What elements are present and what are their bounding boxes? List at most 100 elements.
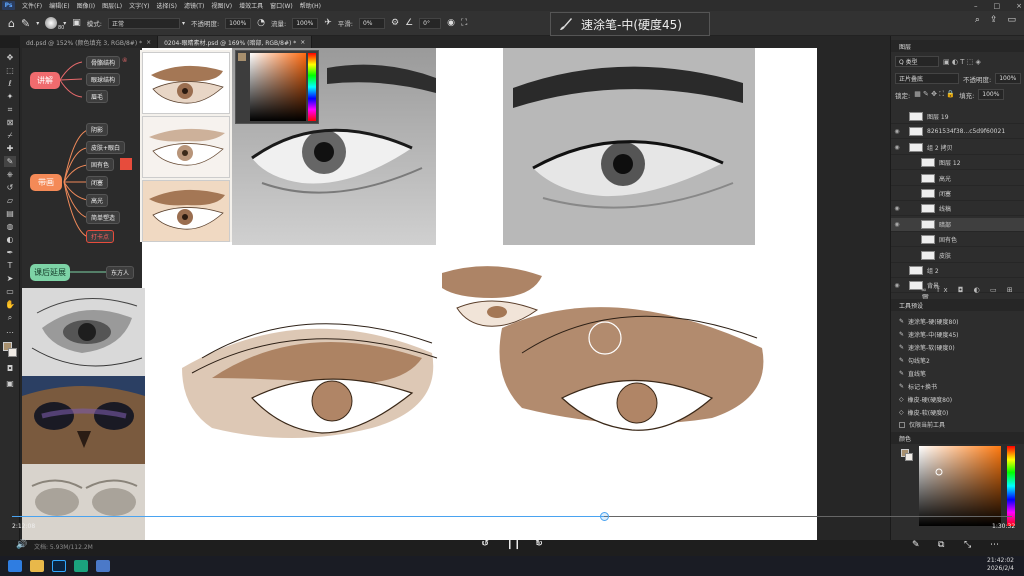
pressure-opacity-icon[interactable]: ◔ [257,18,265,28]
opacity-field[interactable]: 100% [225,17,252,29]
frame-tool-icon[interactable]: ⊠ [4,117,16,128]
menu-view[interactable]: 视图(V) [211,1,232,10]
brush-preset-picker[interactable] [45,17,58,29]
menu-edit[interactable]: 编辑(E) [49,1,69,10]
tab-dd-psd[interactable]: dd.psd @ 152% (颜色填充 3, RGB/8#) * × [20,36,159,48]
tool-preset-item[interactable]: ✎ 速涂笔-中(硬度45) [899,329,1019,340]
menu-type[interactable]: 文字(Y) [129,1,149,10]
mode-select[interactable]: 正常 [107,17,180,29]
crop-tool-icon[interactable]: ⌗ [4,104,16,115]
workspace-icon[interactable]: ▭ [1007,15,1016,25]
blend-mode-select[interactable]: 正片叠底 [895,73,959,84]
app-icon[interactable] [96,560,110,572]
color-panel-title[interactable]: 颜色 [891,432,1024,444]
menu-filter[interactable]: 滤镜(T) [184,1,204,10]
brush-tool-icon[interactable]: ✎ [4,156,16,167]
color-picker-field[interactable] [236,51,320,125]
progress-knob[interactable] [600,512,609,521]
tool-presets-title[interactable]: 工具预设 [891,299,1024,311]
angle-field[interactable]: 0° [419,17,442,29]
layer-row[interactable]: ◉ 组 2 拷贝 [891,141,1024,155]
tool-preset-item[interactable]: ✎ 速涂笔-软(硬度0) [899,342,1019,353]
volume-icon[interactable]: 🔊 [16,540,27,550]
pen-tool-icon[interactable]: ✒ [4,247,16,258]
color-panel-field[interactable] [919,446,1019,526]
layer-name[interactable]: 高光 [939,174,951,183]
layer-name[interactable]: 暗部 [939,220,951,229]
layer-row[interactable]: 皮肤 [891,249,1024,263]
menu-image[interactable]: 图像(I) [77,1,95,10]
browser-icon[interactable] [74,560,88,572]
smooth-field[interactable]: 0% [358,17,385,29]
picture-in-picture-icon[interactable]: ⧉ [938,540,944,550]
chevron-down-icon[interactable]: ▾ [182,20,185,27]
layer-row[interactable]: ◉ 线稿 [891,202,1024,217]
visibility-eye-icon[interactable]: ◉ [891,205,903,212]
layer-row[interactable]: 图层 19 [891,110,1024,124]
history-brush-icon[interactable]: ↺ [4,182,16,193]
layer-name[interactable]: 图层 19 [927,112,949,121]
hand-tool-icon[interactable]: ✋ [4,299,16,310]
fill-field[interactable]: 100% [978,89,1005,100]
skip-back-button[interactable]: ↺ 10 [477,539,493,549]
layer-name[interactable]: 8261534f38...c5d9f60021 [927,128,1005,135]
skip-forward-button[interactable]: ↻ 30 [531,539,547,549]
home-icon[interactable]: ⌂ [8,17,15,30]
menu-layer[interactable]: 图层(L) [102,1,122,10]
layer-row[interactable]: 闭塞 [891,187,1024,201]
menu-select[interactable]: 选择(S) [156,1,177,10]
windows-start-icon[interactable] [8,560,22,572]
layer-row[interactable]: 图层 12 [891,156,1024,171]
eyedropper-icon[interactable]: ⌿ [4,130,16,141]
rectangle-tool-icon[interactable]: ▭ [4,286,16,297]
gradient-icon[interactable]: ▤ [4,208,16,219]
more-tools-icon[interactable]: … [4,325,16,336]
pressure-size-icon[interactable]: ◉ [447,18,455,28]
layer-name[interactable]: 线稿 [939,204,951,213]
zoom-tool-icon[interactable]: ⌕ [4,312,16,323]
symmetry-icon[interactable]: ⛶ [461,18,467,28]
lock-icons[interactable]: ▦ ✎ ✥ ⛶ 🔒 [914,90,955,99]
clone-stamp-icon[interactable]: ⎈ [4,169,16,180]
file-explorer-icon[interactable] [30,560,44,572]
layer-name[interactable]: 组 2 拷贝 [927,143,953,152]
chevron-down-icon[interactable]: ▾ [36,20,39,27]
gear-icon[interactable]: ⚙ [391,18,399,28]
flow-field[interactable]: 100% [292,17,319,29]
color-picker-popup[interactable] [235,50,319,124]
maximize-button[interactable]: □ [994,2,1001,10]
blur-tool-icon[interactable]: ◍ [4,221,16,232]
search-icon[interactable]: ⌕ [975,15,980,25]
healing-brush-icon[interactable]: ✚ [4,143,16,154]
magic-wand-icon[interactable]: ✦ [4,91,16,102]
background-color-swatch[interactable] [905,453,913,461]
tool-preset-item[interactable]: ✎ 标记+换书 [899,381,1019,392]
layer-name[interactable]: 组 2 [927,266,939,275]
background-color-swatch[interactable] [8,348,17,357]
menu-window[interactable]: 窗口(W) [270,1,293,10]
eraser-icon[interactable]: ▱ [4,195,16,206]
menu-plugins[interactable]: 增效工具 [239,1,263,10]
layer-name[interactable]: 图层 12 [939,158,961,167]
tool-preset-item[interactable]: ◇ 橡皮-软(硬度0) [899,407,1019,418]
path-select-icon[interactable]: ➤ [4,273,16,284]
share-icon[interactable]: ⇪ [990,15,998,25]
quick-mask-icon[interactable]: ◘ [4,363,16,374]
tool-preset-item[interactable]: ◇ 橡皮-硬(硬度80) [899,394,1019,405]
visibility-eye-icon[interactable]: ◉ [891,144,903,151]
layer-row[interactable]: ◉ 8261534f38...c5d9f60021 [891,125,1024,140]
exit-fullscreen-icon[interactable]: ⤡ [964,540,971,550]
layer-row[interactable]: 固有色 [891,233,1024,248]
lasso-tool-icon[interactable]: ℓ [4,78,16,89]
tab-eye-material[interactable]: 0204-眼睛素材.psd @ 169% (暗部, RGB/8#) * × [158,36,313,48]
visibility-eye-icon[interactable]: ◉ [891,128,903,135]
layer-row[interactable]: ◉ 暗部 [891,217,1024,232]
close-icon[interactable]: × [300,39,305,46]
type-tool-icon[interactable]: T [4,260,16,271]
layers-panel-title[interactable]: 图层 [891,40,1024,52]
menu-file[interactable]: 文件(F) [22,1,42,10]
layer-name[interactable]: 固有色 [939,235,957,244]
photoshop-logo[interactable]: Ps [2,1,15,10]
layer-row[interactable]: 组 2 [891,264,1024,278]
close-button[interactable]: × [1016,2,1022,10]
